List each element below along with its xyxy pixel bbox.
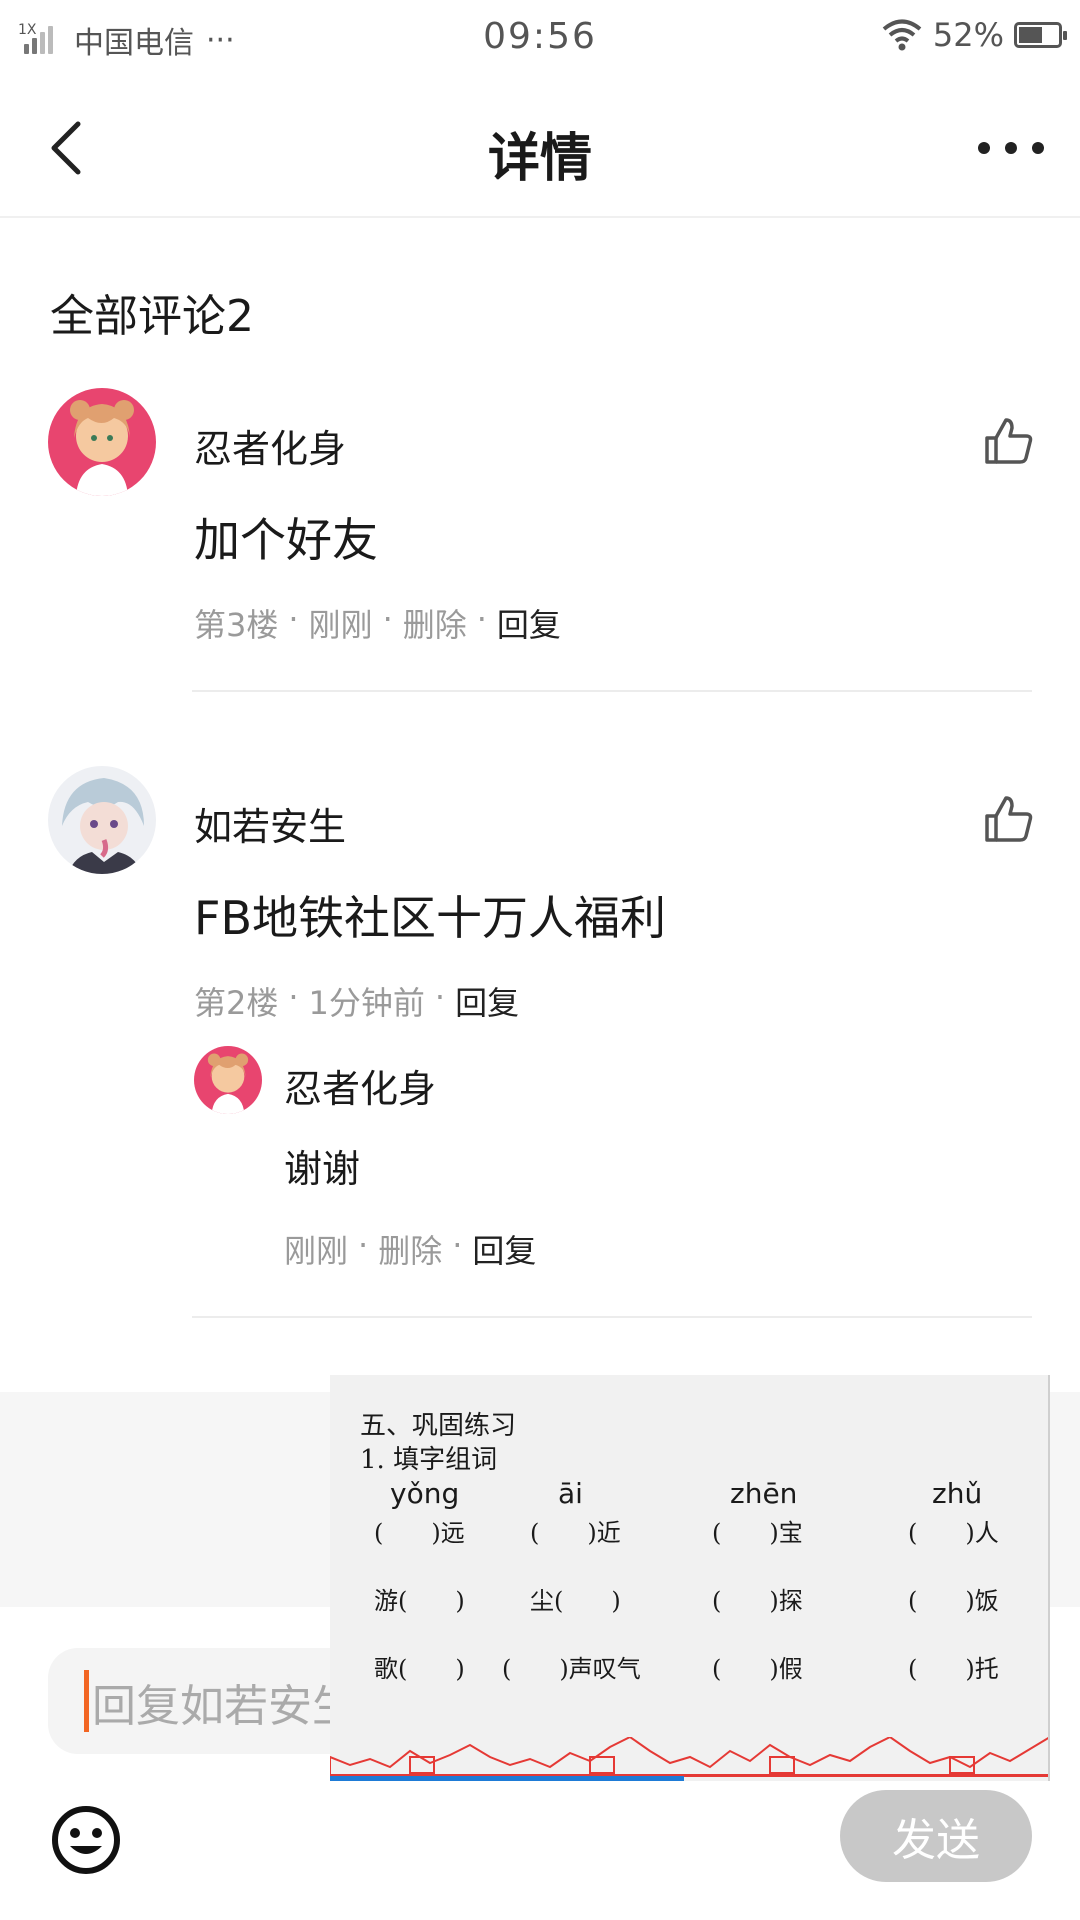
pinyin: yǒng [390,1477,460,1510]
worksheet-cell: ( )声叹气 [502,1655,641,1683]
comment-text: 加个好友 [194,513,378,567]
worksheet-cell: 歌( ) [374,1655,465,1683]
worksheet-title: 五、巩固练习 [360,1411,517,1441]
comment-author[interactable]: 如若安生 [194,796,346,851]
send-button[interactable]: 发送 [840,1790,1032,1882]
reply-time: 刚刚 [284,1232,349,1270]
comment-meta: 第2楼 · 1分钟前 · 回复 [194,978,520,1024]
worksheet-cell: ( )宝 [712,1519,803,1547]
more-dots-icon[interactable] [978,128,1044,168]
pinyin: zhēn [730,1477,798,1510]
progress-bar [330,1776,684,1781]
reply-text: 谢谢 [284,1147,361,1191]
battery-charging-icon [1014,22,1067,48]
reply-input-placeholder: 回复如若安生 [92,1681,356,1732]
thumbs-up-icon[interactable] [982,792,1036,846]
comment-time: 刚刚 [308,606,373,644]
comment-author[interactable]: 忍者化身 [194,418,346,473]
worksheet-cell: 尘( ) [530,1587,621,1615]
page-title: 详情 [487,129,592,189]
comment-meta: 第3楼 · 刚刚 · 删除 · 回复 [194,600,561,646]
comment-floor: 第2楼 [194,984,279,1022]
worksheet-cell: ( )假 [712,1655,803,1683]
status-bar: 1X 中国电信 ··· 09:56 52% [0,0,1080,78]
avatar[interactable] [48,388,156,496]
battery-percent: 52% [932,16,1004,54]
worksheet-subtitle: 1. 填字组词 [360,1445,498,1475]
reply-link[interactable]: 回复 [497,600,561,646]
avatar[interactable] [194,1046,262,1114]
worksheet-cell: ( )人 [908,1519,999,1547]
reply-link[interactable]: 回复 [472,1226,536,1272]
avatar[interactable] [48,766,156,874]
divider [192,690,1032,692]
reply-link[interactable]: 回复 [455,978,519,1024]
worksheet-cell: ( )近 [530,1519,621,1547]
floating-worksheet-overlay[interactable]: 五、巩固练习 1. 填字组词 yǒng āi zhēn zhǔ ( )远 ( )… [330,1375,1050,1781]
worksheet-cell: ( )饭 [908,1587,999,1615]
worksheet-cell: ( )远 [374,1519,465,1547]
text-caret [84,1670,89,1732]
smiley-icon[interactable] [50,1804,122,1876]
thumbs-up-icon[interactable] [982,414,1036,468]
comment-floor: 第3楼 [194,606,279,644]
comments-count-title: 全部评论2 [50,291,254,342]
comment-text: FB地铁社区十万人福利 [194,891,667,945]
worksheet-cell: 游( ) [374,1587,465,1615]
worksheet-cell: ( )探 [712,1587,803,1615]
pinyin: zhǔ [932,1477,983,1510]
nav-bar: 详情 [0,78,1080,218]
decorative-border [330,1737,1048,1777]
status-right: 52% [881,16,1067,54]
divider [192,1316,1032,1318]
delete-link[interactable]: 删除 [403,600,467,646]
worksheet-cell: ( )托 [908,1655,999,1683]
wifi-icon [882,19,922,51]
reply-author[interactable]: 忍者化身 [284,1058,436,1113]
delete-link[interactable]: 删除 [378,1226,442,1272]
comment-time: 1分钟前 [308,984,425,1022]
pinyin: āi [558,1477,583,1510]
reply-meta: 刚刚 · 删除 · 回复 [284,1226,537,1272]
